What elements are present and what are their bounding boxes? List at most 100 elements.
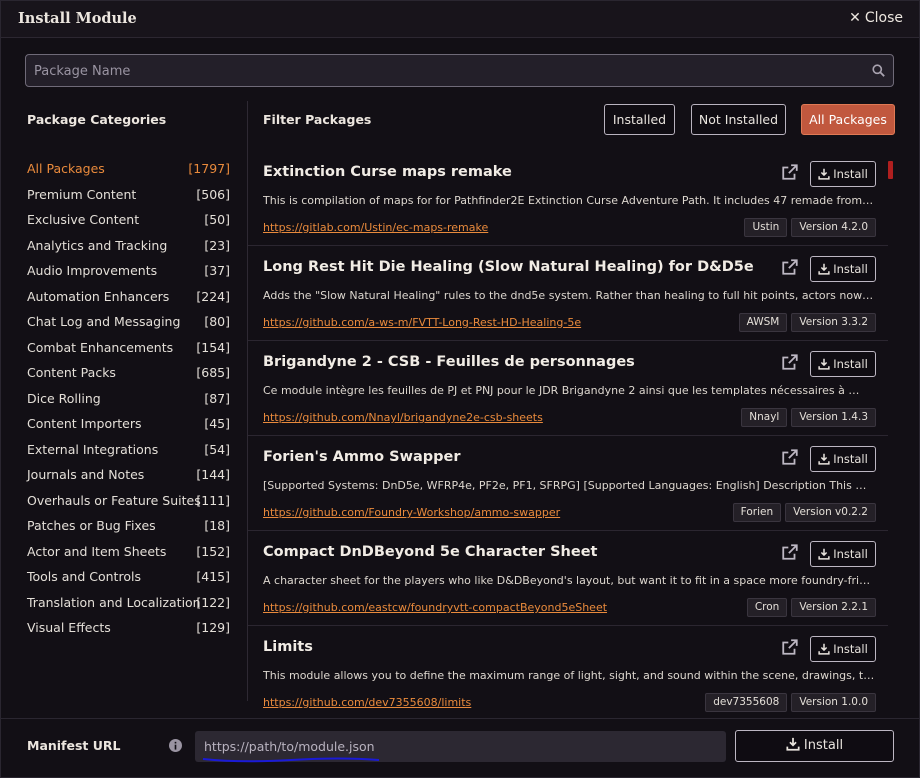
category-item[interactable]: All Packages [1797] bbox=[27, 161, 230, 181]
category-item[interactable]: Analytics and Tracking [23] bbox=[27, 238, 230, 258]
category-item[interactable]: Translation and Localization [122] bbox=[27, 595, 230, 615]
external-link-icon[interactable] bbox=[781, 353, 799, 371]
package-url-link[interactable]: https://github.com/Foundry-Workshop/ammo… bbox=[263, 506, 560, 519]
install-manifest-button[interactable]: Install bbox=[735, 730, 894, 762]
package-url-link[interactable]: https://github.com/dev7355608/limits bbox=[263, 696, 471, 709]
category-count: [129] bbox=[196, 620, 230, 635]
category-count: [37] bbox=[204, 263, 230, 278]
category-item[interactable]: Combat Enhancements [154] bbox=[27, 340, 230, 360]
package-tags: Nnayl Version 1.4.3 bbox=[741, 408, 876, 427]
filter-installed-button[interactable]: Installed bbox=[604, 104, 675, 135]
category-count: [50] bbox=[204, 212, 230, 227]
install-button[interactable]: Install bbox=[810, 351, 876, 377]
package-url-link[interactable]: https://github.com/Nnayl/brigandyne2e-cs… bbox=[263, 411, 543, 424]
category-label: Chat Log and Messaging bbox=[27, 314, 181, 329]
category-label: Automation Enhancers bbox=[27, 288, 170, 304]
category-count: [54] bbox=[204, 441, 230, 457]
package-title: Forien's Ammo Swapper bbox=[263, 449, 461, 465]
download-icon bbox=[786, 737, 800, 751]
package-entry: Brigandyne 2 - CSB - Feuilles de personn… bbox=[248, 341, 888, 436]
package-title: Brigandyne 2 - CSB - Feuilles de personn… bbox=[263, 354, 635, 370]
package-entry: Long Rest Hit Die Healing (Slow Natural … bbox=[248, 246, 888, 341]
category-count: [1797] bbox=[188, 161, 230, 176]
footer-divider bbox=[1, 718, 919, 719]
category-item[interactable]: Patches or Bug Fixes [18] bbox=[27, 518, 230, 538]
category-item[interactable]: Actor and Item Sheets [152] bbox=[27, 544, 230, 564]
category-label: Journals and Notes bbox=[27, 467, 145, 482]
filter-not-installed-button[interactable]: Not Installed bbox=[691, 104, 786, 135]
package-url-link[interactable]: https://github.com/a-ws-m/FVTT-Long-Rest… bbox=[263, 316, 581, 329]
external-link-icon[interactable] bbox=[781, 258, 799, 276]
category-label: Visual Effects bbox=[27, 620, 111, 635]
author-tag: AWSM bbox=[738, 313, 788, 332]
external-link-icon[interactable] bbox=[781, 163, 799, 181]
install-button[interactable]: Install bbox=[810, 256, 876, 282]
category-item[interactable]: Visual Effects [129] bbox=[27, 620, 230, 640]
category-count: [18] bbox=[204, 518, 230, 533]
package-title: Extinction Curse maps remake bbox=[263, 164, 512, 180]
category-item[interactable]: Content Packs [685] bbox=[27, 365, 230, 385]
category-item[interactable]: Audio Improvements [37] bbox=[27, 263, 230, 283]
close-button[interactable]: ✕ Close bbox=[849, 10, 903, 26]
package-list[interactable]: Extinction Curse maps remake Install This … bbox=[248, 151, 898, 716]
package-description: This module allows you to define the max… bbox=[263, 669, 875, 682]
dialog-title: Install Module bbox=[18, 10, 137, 27]
package-list-scrollbar[interactable] bbox=[888, 161, 893, 179]
install-button[interactable]: Install bbox=[810, 161, 876, 187]
category-label: Audio Improvements bbox=[27, 263, 158, 278]
install-label: Install bbox=[833, 167, 868, 181]
category-item[interactable]: External Integrations [54] bbox=[27, 442, 230, 462]
category-count: [45] bbox=[204, 416, 230, 431]
version-tag: Version v0.2.2 bbox=[785, 503, 876, 522]
info-icon[interactable] bbox=[169, 739, 182, 752]
category-item[interactable]: Premium Content [506] bbox=[27, 187, 230, 207]
search-icon[interactable] bbox=[872, 64, 885, 77]
category-label: Patches or Bug Fixes bbox=[27, 518, 156, 533]
category-count: [144] bbox=[196, 467, 230, 482]
category-item[interactable]: Chat Log and Messaging [80] bbox=[27, 314, 230, 334]
category-item[interactable]: Overhauls or Feature Suites [111] bbox=[27, 493, 230, 513]
download-icon bbox=[818, 643, 830, 655]
category-count: [152] bbox=[196, 543, 230, 559]
category-item[interactable]: Tools and Controls [415] bbox=[27, 569, 230, 589]
external-link-icon[interactable] bbox=[781, 638, 799, 656]
category-item[interactable]: Exclusive Content [50] bbox=[27, 212, 230, 232]
install-button[interactable]: Install bbox=[810, 636, 876, 662]
category-count: [111] bbox=[196, 492, 230, 508]
category-count: [415] bbox=[196, 569, 230, 584]
package-title: Compact DnDBeyond 5e Character Sheet bbox=[263, 544, 598, 560]
package-title: Long Rest Hit Die Healing (Slow Natural … bbox=[263, 259, 754, 275]
package-entry: Extinction Curse maps remake Install This … bbox=[248, 151, 888, 246]
package-tags: dev7355608 Version 1.0.0 bbox=[705, 693, 876, 712]
package-name-input[interactable] bbox=[34, 61, 854, 81]
category-item[interactable]: Automation Enhancers [224] bbox=[27, 289, 230, 309]
install-label: Install bbox=[833, 357, 868, 371]
package-tags: Ustin Version 4.2.0 bbox=[744, 218, 876, 237]
category-label: Overhauls or Feature Suites bbox=[27, 492, 201, 508]
category-sidebar: Package Categories All Packages [1797] Pre… bbox=[1, 101, 248, 701]
package-url-link[interactable]: https://gitlab.com/Ustin/ec-maps-remake bbox=[263, 221, 488, 234]
package-description: This is compilation of maps for for Path… bbox=[263, 194, 875, 207]
category-label: Tools and Controls bbox=[27, 569, 141, 584]
external-link-icon[interactable] bbox=[781, 448, 799, 466]
filter-heading: Filter Packages bbox=[263, 112, 372, 127]
category-label: Exclusive Content bbox=[27, 212, 140, 227]
package-url-link[interactable]: https://github.com/eastcw/foundryvtt-com… bbox=[263, 601, 607, 614]
install-button[interactable]: Install bbox=[810, 541, 876, 567]
download-icon bbox=[818, 168, 830, 180]
category-count: [87] bbox=[204, 390, 230, 406]
category-item[interactable]: Dice Rolling [87] bbox=[27, 391, 230, 411]
package-tags: Forien Version v0.2.2 bbox=[732, 503, 876, 522]
install-button[interactable]: Install bbox=[810, 446, 876, 472]
external-link-icon[interactable] bbox=[781, 543, 799, 561]
filter-all-packages-button[interactable]: All Packages bbox=[801, 104, 895, 135]
install-label: Install bbox=[833, 262, 868, 276]
category-item[interactable]: Journals and Notes [144] bbox=[27, 467, 230, 487]
close-icon: ✕ bbox=[849, 10, 861, 26]
package-description: Ce module intègre les feuilles de PJ et … bbox=[263, 384, 860, 397]
package-entry: Forien's Ammo Swapper Install [Supported S… bbox=[248, 436, 888, 531]
author-tag: dev7355608 bbox=[705, 693, 788, 712]
category-item[interactable]: Content Importers [45] bbox=[27, 416, 230, 436]
download-icon bbox=[818, 263, 830, 275]
categories-heading: Package Categories bbox=[27, 112, 167, 127]
